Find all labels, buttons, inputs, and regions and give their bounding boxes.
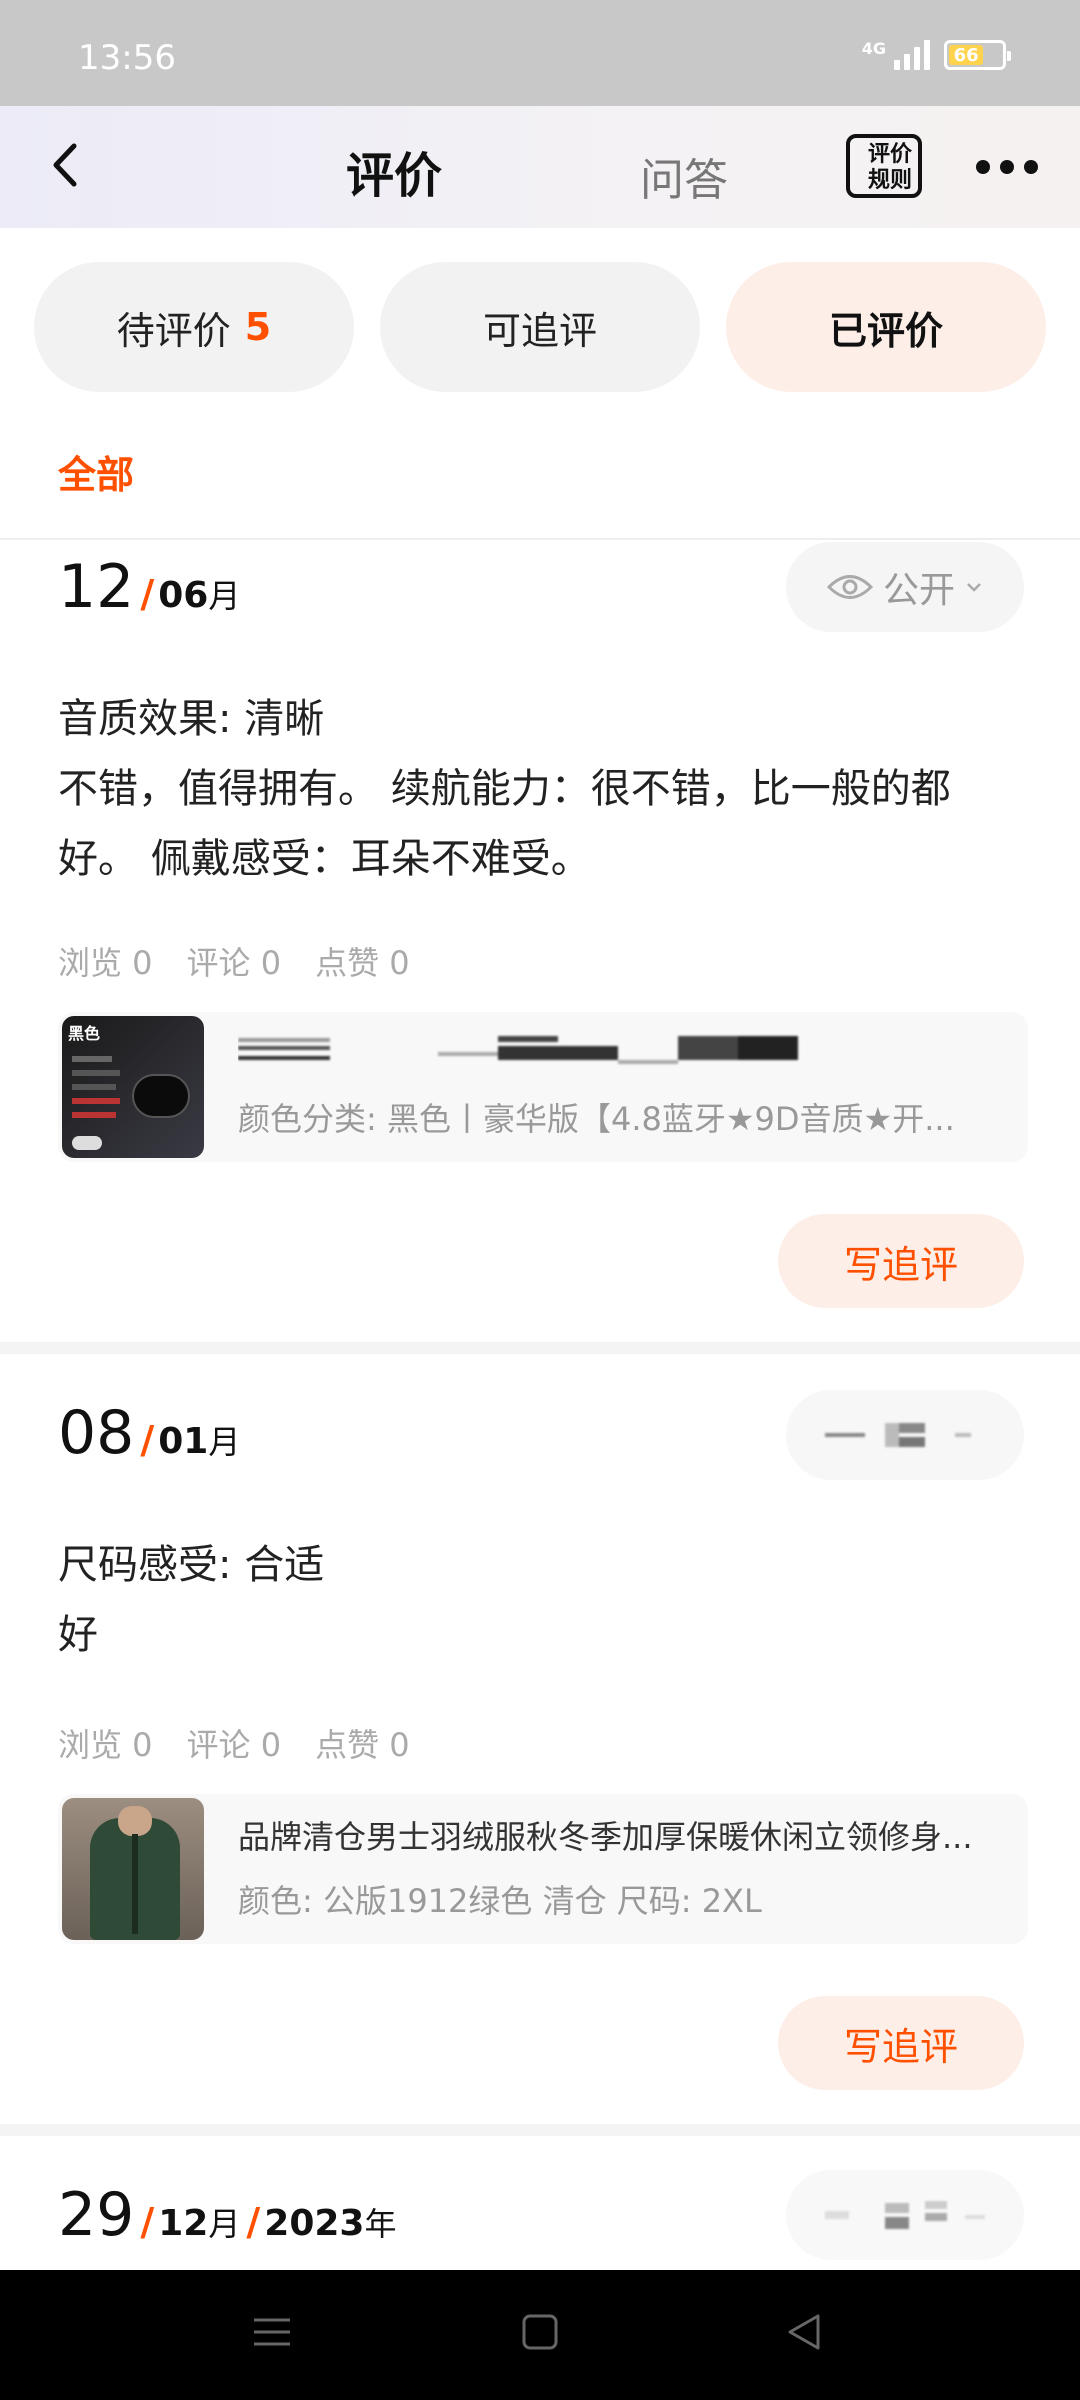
views-count: 浏览 0 xyxy=(58,1726,153,1764)
comments-count: 评论 0 xyxy=(186,944,282,982)
review-rules-button[interactable]: 评价 规则 xyxy=(846,134,922,198)
date-year-suffix: 年 xyxy=(364,2205,397,2243)
views-count: 浏览 0 xyxy=(58,944,153,982)
date-month-suffix: 月 xyxy=(208,2205,241,2243)
redacted-label xyxy=(825,1423,971,1447)
date-month-suffix: 月 xyxy=(208,577,241,615)
segment-reviewed[interactable]: 已评价 xyxy=(726,262,1046,392)
date-day: 12 xyxy=(58,552,135,622)
segment-followup-label: 可追评 xyxy=(482,308,597,353)
nav-bar: 评价 问答 评价 规则 xyxy=(0,106,1080,228)
redacted-label xyxy=(825,2201,985,2229)
product-card[interactable]: 品牌清仓男士羽绒服秋冬季加厚保暖休闲立领修身... 颜色: 公版1912绿色 清… xyxy=(58,1794,1028,1944)
menu-icon[interactable] xyxy=(252,2312,292,2352)
status-time: 13:56 xyxy=(78,38,176,78)
back-arrow-icon[interactable] xyxy=(44,140,94,190)
privacy-label: 公开 xyxy=(882,570,955,611)
review-text: 尺码感受: 合适 好 xyxy=(58,1530,1018,1670)
review-card: 29 / 12 月 / 2023 年 xyxy=(0,2136,1080,2270)
more-icon[interactable] xyxy=(976,160,1038,174)
back-triangle-icon[interactable] xyxy=(784,2312,824,2352)
segment-reviewed-label: 已评价 xyxy=(828,308,943,353)
product-spec: 颜色: 公版1912绿色 清仓 尺码: 2XL xyxy=(238,1882,762,1920)
date-day: 29 xyxy=(58,2180,135,2250)
product-thumbnail: 黑色 xyxy=(62,1016,204,1158)
date-slash: / xyxy=(246,2200,261,2244)
review-stats: 浏览 0 评论 0 点赞 0 xyxy=(58,938,410,984)
review-card: 12 / 06 月 公开 音质效果: 清晰 不错，值得拥有。 续航能力：很不错，… xyxy=(0,540,1080,1342)
comments-count: 评论 0 xyxy=(186,1726,282,1764)
battery-level: 66 xyxy=(949,45,984,66)
page-title[interactable]: 评价 xyxy=(346,136,442,206)
segment-pending-label: 待评价 xyxy=(116,308,231,353)
segment-followup[interactable]: 可追评 xyxy=(380,262,700,392)
chevron-down-icon xyxy=(967,583,981,592)
review-date: 29 / 12 月 / 2023 年 xyxy=(58,2180,396,2250)
product-title: 品牌清仓男士羽绒服秋冬季加厚保暖休闲立领修身... xyxy=(238,1818,973,1856)
product-spec: 颜色分类: 黑色丨豪华版【4.8蓝牙★9D音质★开... xyxy=(238,1100,955,1138)
date-month: 01 xyxy=(158,1421,209,1462)
segment-pending[interactable]: 待评价 5 xyxy=(34,262,354,392)
network-type: 4G xyxy=(861,38,886,58)
review-text: 音质效果: 清晰 不错，值得拥有。 续航能力：很不错，比一般的都好。 佩戴感受：… xyxy=(58,684,1018,894)
date-month: 06 xyxy=(158,575,209,616)
status-bar: 13:56 4G 66 xyxy=(0,0,1080,106)
segment-pending-count: 5 xyxy=(244,305,272,349)
home-icon[interactable] xyxy=(520,2312,560,2352)
review-stats: 浏览 0 评论 0 点赞 0 xyxy=(58,1720,410,1766)
filter-all[interactable]: 全部 xyxy=(58,444,134,499)
rules-label: 评价 规则 xyxy=(860,142,920,194)
date-day: 08 xyxy=(58,1398,135,1468)
product-card[interactable]: 黑色 颜色分类: 黑色丨豪华版【4.8蓝牙★9D音质★开... xyxy=(58,1012,1028,1162)
rules-label-line1: 评价 xyxy=(867,142,912,167)
review-body: 好 xyxy=(58,1612,98,1658)
review-body: 不错，值得拥有。 续航能力：很不错，比一般的都好。 佩戴感受：耳朵不难受。 xyxy=(58,766,951,882)
privacy-dropdown[interactable]: 公开 xyxy=(786,542,1024,632)
likes-count: 点赞 0 xyxy=(315,944,410,982)
likes-count: 点赞 0 xyxy=(315,1726,410,1764)
filter-area: 待评价 5 可追评 已评价 全部 xyxy=(0,228,1080,540)
date-slash: / xyxy=(140,2200,155,2244)
date-year: 2023 xyxy=(264,2203,365,2244)
date-slash: / xyxy=(140,572,155,616)
review-attribute: 音质效果: 清晰 xyxy=(58,696,325,742)
write-followup-button[interactable]: 写追评 xyxy=(778,1214,1024,1308)
write-followup-button[interactable]: 写追评 xyxy=(778,1996,1024,2090)
tab-qa[interactable]: 问答 xyxy=(640,144,728,208)
date-month-suffix: 月 xyxy=(208,1423,241,1461)
eye-icon xyxy=(826,575,873,599)
thumbnail-label: 黑色 xyxy=(68,1024,101,1043)
signal-icon xyxy=(894,40,930,70)
product-thumbnail xyxy=(62,1798,204,1940)
review-date: 08 / 01 月 xyxy=(58,1398,240,1468)
privacy-dropdown-redacted[interactable] xyxy=(786,2170,1024,2260)
review-card: 08 / 01 月 尺码感受: 合适 好 浏览 0 评论 0 点赞 0 品牌清仓… xyxy=(0,1354,1080,2124)
review-date: 12 / 06 月 xyxy=(58,552,240,622)
date-month: 12 xyxy=(158,2203,209,2244)
date-slash: / xyxy=(140,1418,155,1462)
product-title-redacted xyxy=(238,1030,998,1078)
review-attribute: 尺码感受: 合适 xyxy=(58,1542,325,1588)
privacy-dropdown-redacted[interactable] xyxy=(786,1390,1024,1480)
system-nav-bar xyxy=(0,2270,1080,2400)
battery-icon: 66 xyxy=(944,40,1011,70)
rules-label-line2: 规则 xyxy=(867,168,912,193)
status-icons: 4G 66 xyxy=(861,38,1011,70)
